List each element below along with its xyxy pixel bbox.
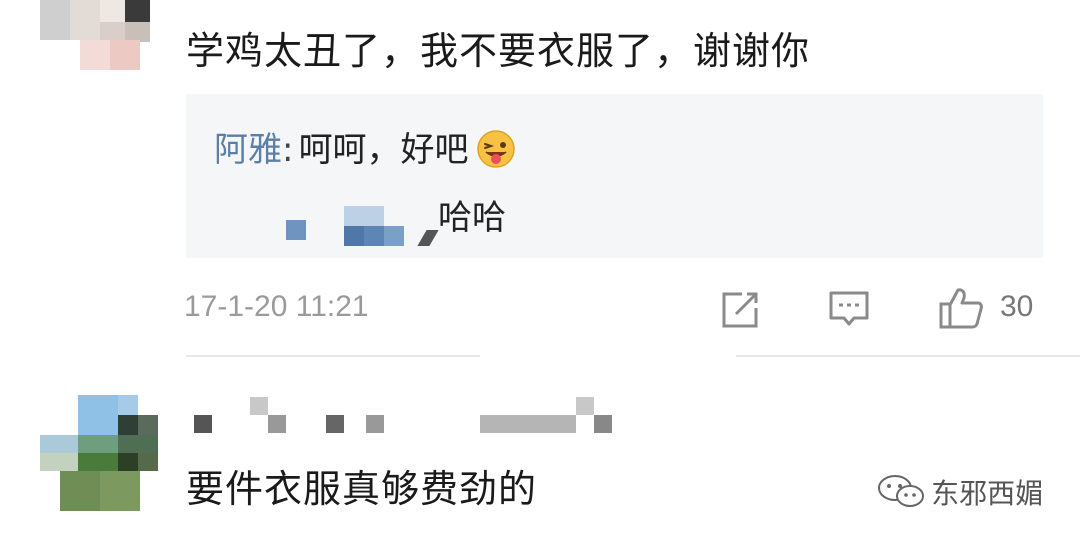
timestamp: 17-1-20 11:21 bbox=[184, 290, 369, 323]
comment-bubble-icon bbox=[828, 290, 870, 330]
share-button[interactable] bbox=[720, 290, 760, 330]
comment-text: 学鸡太丑了，我不要衣服了，谢谢你 bbox=[186, 29, 811, 73]
reply-2-author-blurred[interactable] bbox=[286, 200, 439, 246]
edit-share-icon bbox=[720, 290, 760, 330]
winking-tongue-emoji-icon bbox=[476, 129, 516, 173]
watermark: 东邪西媚 bbox=[876, 472, 1043, 513]
reply-button[interactable] bbox=[828, 290, 870, 330]
reply-box[interactable]: 阿雅: 呵呵，好吧 哈哈 bbox=[186, 94, 1043, 258]
divider bbox=[736, 355, 1080, 357]
reply-2-text: 哈哈 bbox=[438, 198, 506, 238]
avatar[interactable] bbox=[40, 395, 158, 513]
reply-separator: : bbox=[282, 130, 294, 170]
comment-text: 要件衣服真够费劲的 bbox=[186, 467, 538, 511]
thumbs-up-icon bbox=[938, 286, 984, 330]
wechat-icon bbox=[876, 473, 926, 513]
reply-author[interactable]: 阿雅 bbox=[214, 130, 282, 170]
divider bbox=[186, 355, 480, 357]
like-count: 30 bbox=[1000, 290, 1034, 323]
like-button[interactable] bbox=[938, 286, 984, 330]
username-blurred[interactable] bbox=[190, 395, 620, 437]
reply-body: 呵呵，好吧 bbox=[298, 130, 469, 170]
watermark-label: 东邪西媚 bbox=[931, 477, 1044, 510]
avatar[interactable] bbox=[40, 0, 150, 72]
reply-line: 阿雅: 呵呵，好吧 bbox=[214, 122, 516, 173]
